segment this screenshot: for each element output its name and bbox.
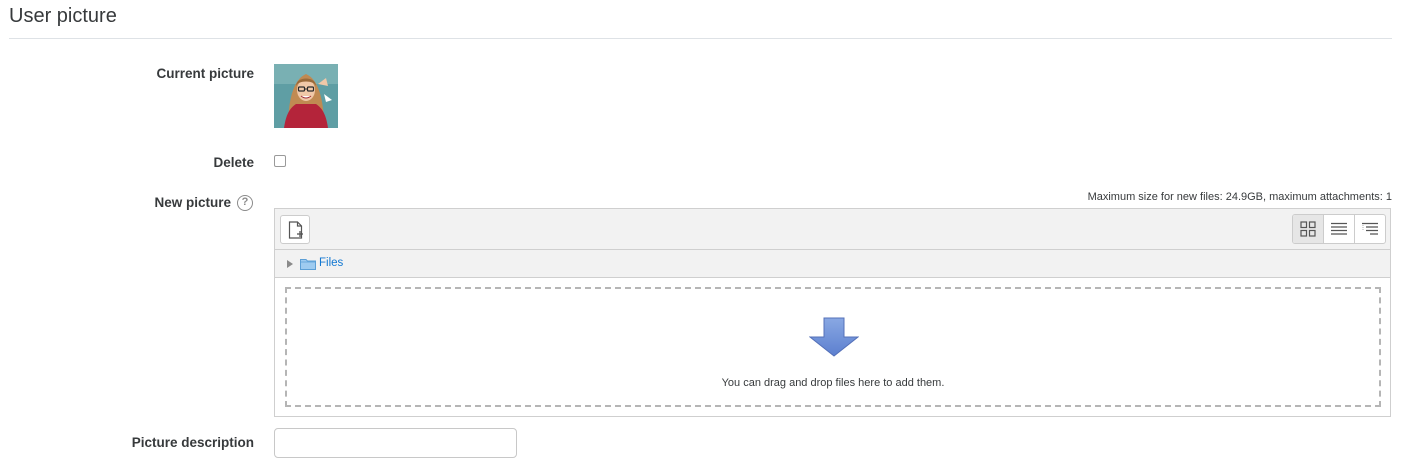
folder-icon — [300, 259, 316, 270]
delete-label: Delete — [213, 155, 254, 170]
section-divider — [9, 38, 1392, 39]
delete-checkbox[interactable] — [274, 155, 286, 167]
grid-view-icon — [1300, 221, 1316, 237]
view-mode-group — [1292, 214, 1386, 244]
picture-description-input[interactable] — [274, 428, 517, 458]
new-picture-label: New picture — [154, 195, 231, 210]
drop-zone-text: You can drag and drop files here to add … — [721, 377, 945, 389]
tree-view-button[interactable] — [1354, 215, 1385, 243]
list-view-button[interactable] — [1323, 215, 1354, 243]
expand-arrow-icon[interactable] — [287, 260, 293, 268]
add-file-icon — [288, 221, 303, 239]
files-folder-link[interactable]: Files — [319, 257, 343, 269]
list-view-icon — [1331, 222, 1347, 235]
user-photo-icon — [274, 64, 338, 128]
avatar — [274, 64, 338, 128]
add-file-button[interactable] — [280, 215, 310, 244]
user-picture-section: User picture Current picture Delete New … — [0, 0, 1406, 469]
current-picture-label: Current picture — [156, 66, 254, 81]
file-manager: Files You can drag and drop files here t… — [274, 208, 1391, 417]
file-manager-toolbar — [275, 209, 1390, 250]
tree-view-icon — [1362, 222, 1378, 235]
grid-view-button[interactable] — [1293, 215, 1323, 243]
picture-description-label: Picture description — [131, 435, 254, 450]
section-title: User picture — [9, 5, 117, 27]
upload-limits-text: Maximum size for new files: 24.9GB, maxi… — [1087, 191, 1392, 203]
drop-zone[interactable]: You can drag and drop files here to add … — [285, 287, 1381, 407]
file-manager-path-bar: Files — [275, 250, 1390, 278]
drop-arrow-icon — [809, 317, 859, 357]
help-icon[interactable]: ? — [237, 195, 253, 211]
